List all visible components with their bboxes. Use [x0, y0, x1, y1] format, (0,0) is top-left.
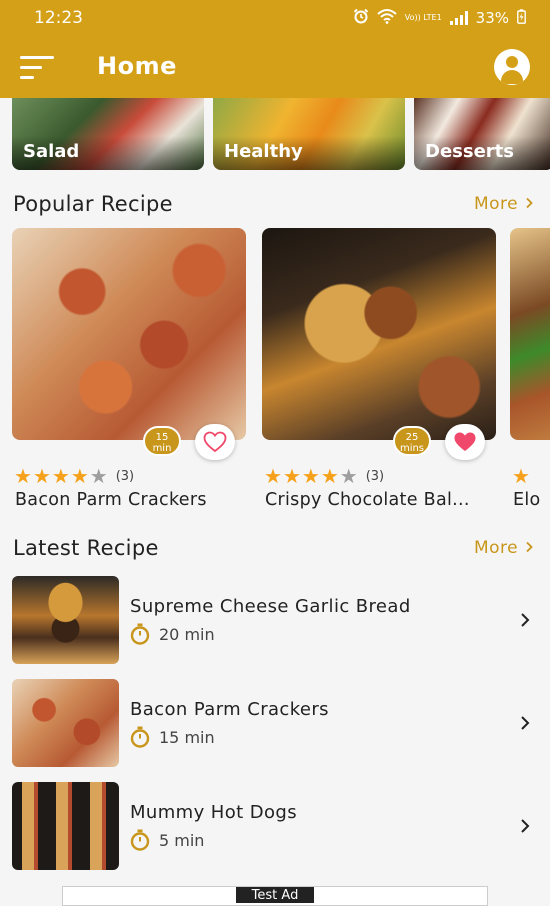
- category-strip: Salad Healthy Desserts: [12, 98, 550, 172]
- recipe-time: 5 min: [130, 829, 204, 851]
- favorite-button[interactable]: [445, 424, 485, 460]
- chevron-right-icon: [521, 819, 530, 833]
- recipe-thumbnail: [12, 782, 119, 870]
- more-label: More: [473, 194, 519, 214]
- star-rating: ★ ★ ★ ★ ★ (3): [264, 466, 384, 486]
- volte-indicator: Vo)) LTE1: [404, 13, 442, 22]
- recipe-title: Supreme Cheese Garlic Bread: [130, 596, 411, 617]
- status-icons: Vo)) LTE1 33%: [353, 8, 526, 28]
- time-badge: 25 mins: [393, 426, 431, 456]
- star-icon: ★: [301, 464, 320, 488]
- chevron-right-icon: [521, 716, 530, 730]
- profile-button[interactable]: [494, 49, 530, 85]
- list-item[interactable]: Bacon Parm Crackers 15 min: [0, 679, 550, 769]
- latest-recipe-heading: Latest Recipe: [13, 536, 159, 560]
- status-bar: 12:23 Vo)) LTE1 33%: [0, 0, 550, 36]
- ad-label: Test Ad: [236, 887, 314, 903]
- time-badge: 15 min: [143, 426, 181, 456]
- list-item[interactable]: Mummy Hot Dogs 5 min: [0, 782, 550, 872]
- category-salad[interactable]: Salad: [12, 98, 204, 170]
- popular-recipe-heading: Popular Recipe: [13, 192, 173, 216]
- recipe-time: 20 min: [130, 623, 215, 645]
- battery-percent: 33%: [475, 9, 509, 27]
- signal-icon: [449, 11, 468, 25]
- heart-outline-icon: [203, 431, 227, 453]
- recipe-name: Bacon Parm Crackers: [15, 490, 207, 510]
- star-icon: ★: [320, 464, 339, 488]
- user-icon: [506, 56, 518, 68]
- alarm-icon: [353, 8, 369, 28]
- popular-recipe-carousel[interactable]: 15 min ★ ★ ★ ★ ★ (3) Bacon Parm Crackers…: [12, 228, 550, 528]
- category-label: Desserts: [425, 141, 514, 162]
- star-rating: ★: [512, 466, 530, 486]
- recipe-thumbnail: [12, 679, 119, 767]
- star-rating: ★ ★ ★ ★ ★ (3): [14, 466, 134, 486]
- latest-more-link[interactable]: More: [474, 538, 534, 558]
- recipe-title: Mummy Hot Dogs: [130, 802, 297, 823]
- category-desserts[interactable]: Desserts: [414, 98, 550, 170]
- favorite-button[interactable]: [195, 424, 235, 460]
- stopwatch-icon: [130, 623, 150, 645]
- category-label: Salad: [23, 141, 80, 162]
- menu-button[interactable]: [20, 56, 56, 80]
- recipe-image[interactable]: [12, 228, 246, 440]
- rating-count: (3): [365, 468, 385, 484]
- wifi-icon: [377, 8, 397, 28]
- star-icon: ★: [51, 464, 70, 488]
- recipe-card[interactable]: 25 mins ★ ★ ★ ★ ★ (3) Crispy Chocolate B…: [262, 228, 496, 510]
- stopwatch-icon: [130, 829, 150, 851]
- recipe-card[interactable]: ★ Elo: [510, 228, 550, 510]
- category-healthy[interactable]: Healthy: [213, 98, 405, 170]
- rating-count: (3): [115, 468, 135, 484]
- chevron-right-icon: [526, 197, 533, 209]
- list-item[interactable]: Supreme Cheese Garlic Bread 20 min: [0, 576, 550, 666]
- chevron-right-icon: [521, 613, 530, 627]
- heart-filled-icon: [454, 432, 476, 451]
- recipe-title: Bacon Parm Crackers: [130, 699, 329, 720]
- recipe-name: Elo: [513, 490, 541, 510]
- recipe-image[interactable]: [262, 228, 496, 440]
- star-icon: ★: [70, 464, 89, 488]
- star-icon: ★: [14, 464, 32, 488]
- recipe-image[interactable]: [510, 228, 550, 440]
- recipe-name: Crispy Chocolate Bal...: [265, 490, 470, 510]
- stopwatch-icon: [130, 726, 150, 748]
- status-time: 12:23: [34, 8, 83, 28]
- recipe-time: 15 min: [130, 726, 215, 748]
- star-icon: ★: [264, 464, 282, 488]
- recipe-card[interactable]: 15 min ★ ★ ★ ★ ★ (3) Bacon Parm Crackers: [12, 228, 246, 510]
- recipe-thumbnail: [12, 576, 119, 664]
- star-icon: ★: [32, 464, 51, 488]
- page-title: Home: [97, 52, 177, 80]
- star-icon: ★: [339, 464, 358, 488]
- category-label: Healthy: [224, 141, 303, 162]
- more-label: More: [473, 538, 519, 558]
- battery-charging-icon: [517, 8, 526, 28]
- popular-more-link[interactable]: More: [474, 194, 534, 214]
- star-icon: ★: [282, 464, 301, 488]
- star-icon: ★: [512, 464, 530, 488]
- star-icon: ★: [89, 464, 108, 488]
- chevron-right-icon: [526, 541, 533, 553]
- app-bar: Home: [0, 36, 550, 98]
